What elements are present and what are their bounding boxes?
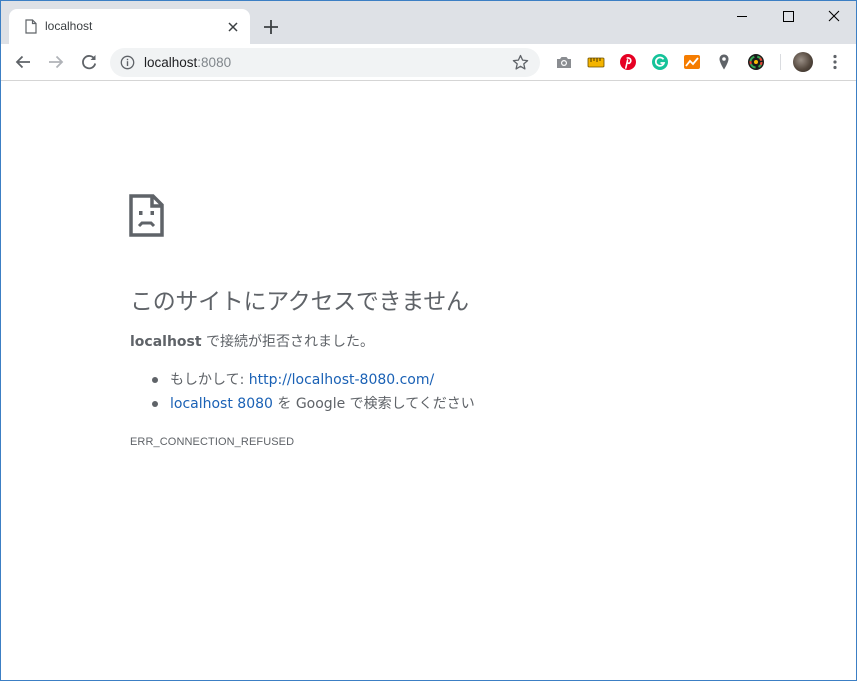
error-description: localhost で接続が拒否されました。	[130, 331, 374, 351]
tab-title: localhost	[45, 19, 93, 33]
error-page: このサイトにアクセスできません localhost で接続が拒否されました。 も…	[1, 82, 856, 680]
suggestion-prefix: もしかして:	[170, 372, 249, 388]
error-host: localhost	[130, 334, 202, 350]
maximize-icon[interactable]	[765, 1, 811, 31]
browser-window: localhost localhost:8080 このサイトにアクセスできません…	[0, 0, 857, 681]
search-google-link[interactable]: localhost 8080	[170, 396, 273, 412]
kebab-menu-icon[interactable]	[827, 53, 843, 71]
error-heading: このサイトにアクセスできません	[130, 289, 469, 315]
reload-icon[interactable]	[79, 52, 99, 72]
minimize-icon[interactable]	[719, 1, 765, 31]
back-arrow-icon[interactable]	[13, 52, 33, 72]
grammarly-icon[interactable]	[651, 53, 669, 71]
ruler-extension-icon[interactable]	[587, 53, 605, 71]
error-message: で接続が拒否されました。	[201, 334, 375, 350]
map-pin-icon[interactable]	[715, 53, 733, 71]
profile-avatar[interactable]	[793, 52, 813, 72]
tab-strip: localhost	[1, 1, 856, 44]
close-tab-icon[interactable]	[225, 19, 241, 35]
toolbar-separator	[780, 54, 781, 70]
analytics-extension-icon[interactable]	[683, 53, 701, 71]
page-icon	[25, 19, 37, 34]
toolbar: localhost:8080	[1, 44, 856, 81]
url-host: localhost	[144, 55, 198, 70]
address-bar[interactable]: localhost:8080	[110, 48, 540, 77]
close-window-icon[interactable]	[811, 1, 857, 31]
suggestion-did-you-mean: もしかして: http://localhost-8080.com/	[130, 370, 475, 394]
url-port: :8080	[197, 55, 232, 70]
new-tab-plus-icon[interactable]	[261, 17, 281, 37]
error-code: ERR_CONNECTION_REFUSED	[130, 436, 295, 448]
color-picker-icon[interactable]	[747, 53, 765, 71]
suggested-url-link[interactable]: http://localhost-8080.com/	[249, 372, 434, 388]
sad-page-icon	[129, 194, 164, 237]
url-text: localhost:8080	[144, 55, 231, 70]
pinterest-icon[interactable]	[619, 53, 637, 71]
bookmark-star-icon[interactable]	[512, 54, 529, 71]
camera-icon[interactable]	[555, 53, 573, 71]
search-suggestion-text: を Google で検索してください	[272, 396, 475, 412]
forward-arrow-icon[interactable]	[46, 52, 66, 72]
suggestion-list: もしかして: http://localhost-8080.com/ localh…	[130, 370, 475, 418]
tab-localhost[interactable]: localhost	[9, 9, 250, 44]
info-icon[interactable]	[120, 55, 135, 70]
suggestion-search-google: localhost 8080 を Google で検索してください	[130, 394, 475, 418]
